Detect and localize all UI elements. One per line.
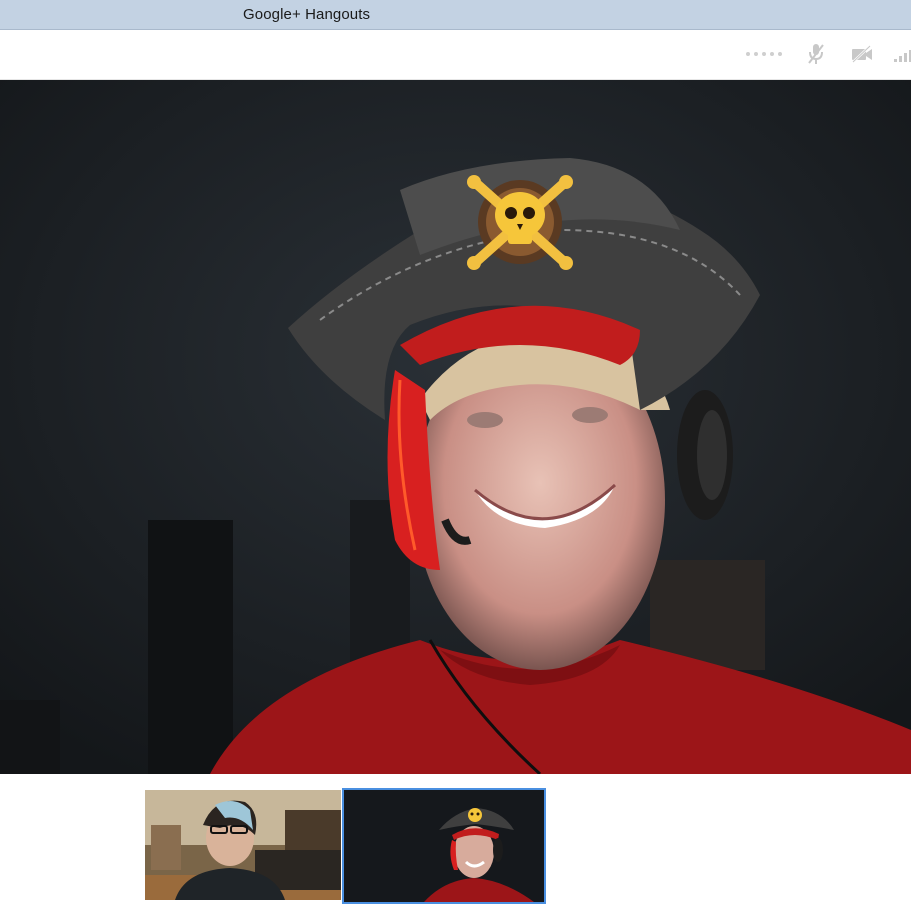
connection-dots-icon — [742, 42, 786, 66]
participant-thumbnail-2-selected[interactable] — [342, 788, 546, 904]
participant-thumbnail-1[interactable] — [145, 790, 341, 900]
window-titlebar: Google+ Hangouts — [0, 0, 911, 30]
participant-1-video — [145, 790, 341, 900]
mic-muted-icon[interactable] — [804, 42, 828, 66]
participant-2-video — [344, 790, 544, 902]
video-frame-graphic — [0, 80, 911, 774]
main-video-feed — [0, 80, 911, 774]
call-toolbar — [0, 30, 911, 80]
participant-strip — [0, 774, 911, 911]
signal-bars-icon — [893, 42, 911, 66]
camera-off-icon[interactable] — [849, 42, 875, 66]
window-title: Google+ Hangouts — [243, 6, 371, 23]
